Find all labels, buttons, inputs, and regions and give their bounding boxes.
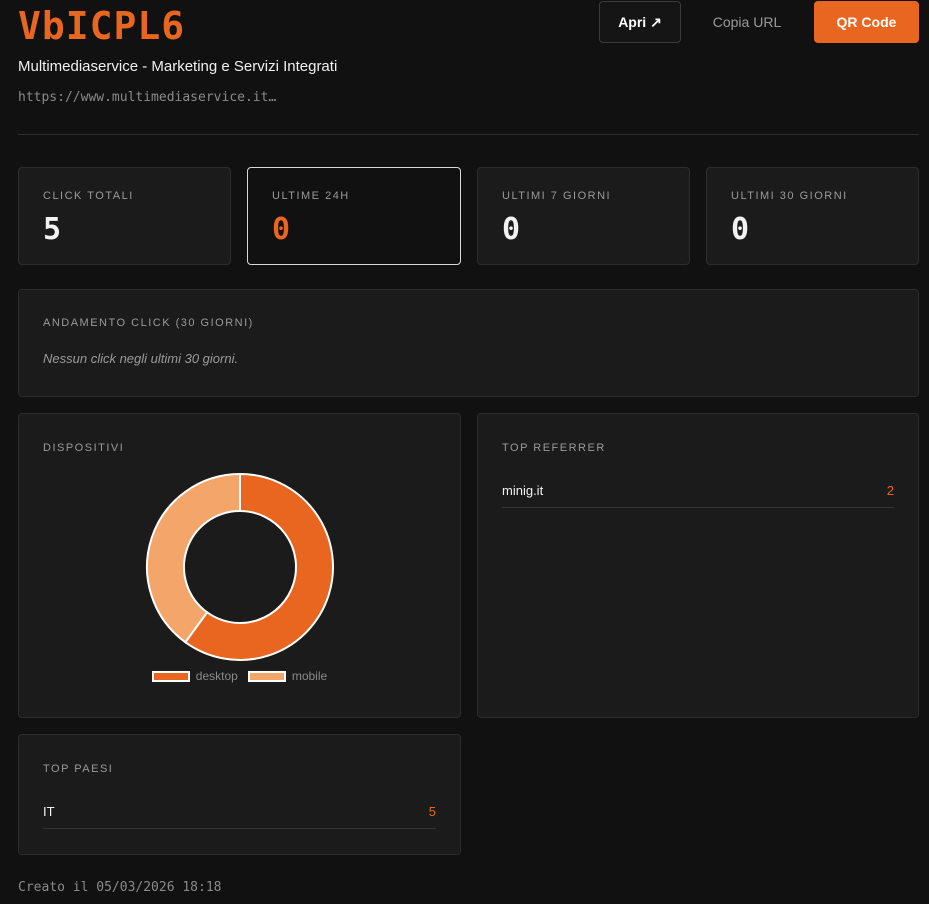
qr-code-button[interactable]: QR Code [814,1,919,43]
stat-card-total: CLICK TOTALI 5 [18,167,231,265]
legend-swatch [247,670,286,682]
legend-label: desktop [195,669,238,683]
countries-label: TOP PAESI [43,763,114,775]
stat-value: 0 [731,212,750,247]
referrer-name: minig.it [502,482,544,498]
devices-card: DISPOSITIVI desktop mobile [18,413,461,718]
legend-item-mobile[interactable]: mobile [247,669,328,683]
stat-value: 0 [502,212,521,247]
legend-label: mobile [291,669,328,683]
open-button[interactable]: Apri ↗ [599,1,681,43]
stat-label: ULTIMI 7 GIORNI [502,190,612,202]
stat-value: 0 [272,212,291,247]
referrer-card: TOP REFERRER minig.it 2 [477,413,919,718]
country-count: 5 [428,803,436,819]
legend-item-desktop[interactable]: desktop [151,669,238,683]
destination-url: https://www.multimediaservice.it… [18,90,277,105]
stat-value: 5 [43,212,62,247]
chart-legend: desktop mobile [19,669,460,683]
trend-label: ANDAMENTO CLICK (30 GIORNI) [43,317,254,329]
page-title: VbICPL6 [18,4,186,48]
stat-card-7d: ULTIMI 7 GIORNI 0 [477,167,690,265]
link-subtitle: Multimediaservice - Marketing e Servizi … [18,58,338,75]
donut-slice-mobile[interactable] [146,472,241,644]
copy-url-button[interactable]: Copia URL [694,1,800,43]
stat-label: ULTIME 24H [272,190,350,202]
stat-card-30d: ULTIMI 30 GIORNI 0 [706,167,919,265]
list-item: minig.it 2 [502,473,894,508]
header-divider [18,134,919,135]
stat-label: CLICK TOTALI [43,190,134,202]
created-timestamp: Creato il 05/03/2026 18:18 [18,880,222,895]
countries-card: TOP PAESI IT 5 [18,734,461,855]
trend-empty-message: Nessun click negli ultimi 30 giorni. [43,351,239,366]
stat-card-24h: ULTIME 24H 0 [247,167,461,265]
referrer-count: 2 [886,482,894,498]
referrer-label: TOP REFERRER [502,442,606,454]
country-name: IT [43,803,55,819]
trend-card: ANDAMENTO CLICK (30 GIORNI) Nessun click… [18,289,919,397]
legend-swatch [151,670,190,682]
stat-label: ULTIMI 30 GIORNI [731,190,848,202]
list-item: IT 5 [43,794,436,829]
